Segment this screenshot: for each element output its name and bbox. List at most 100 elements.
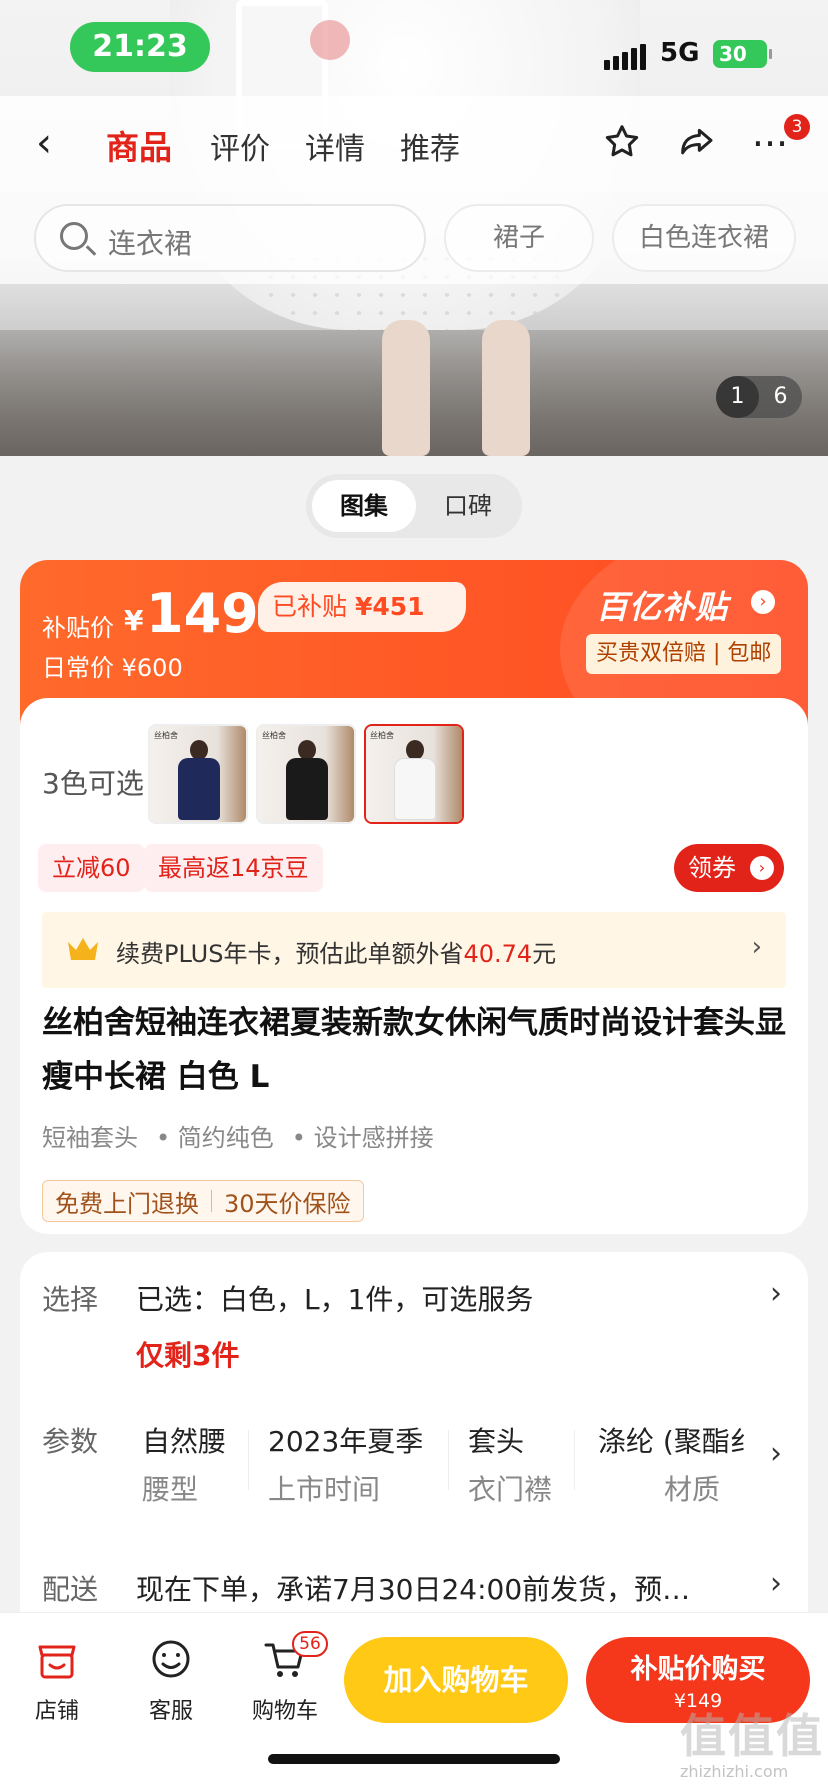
param-value: 套头 <box>468 1425 525 1458</box>
coupon-label: 领券 <box>688 854 736 882</box>
back-icon[interactable]: ‹ <box>36 120 76 166</box>
plus-promo-amount: 40.74 <box>463 940 533 968</box>
tab-recommend[interactable]: 推荐 <box>400 124 460 168</box>
network-label: 5G <box>660 38 700 68</box>
daily-price-label: 日常价 <box>42 654 114 682</box>
param-item[interactable]: 自然腰 腰型 <box>142 1420 226 1508</box>
image-counter-total: 6 <box>773 384 788 409</box>
divider <box>248 1430 249 1490</box>
param-key: 衣门襟 <box>468 1473 553 1506</box>
plus-promo-bar[interactable]: 续费PLUS年卡，预估此单额外省40.74元 › <box>42 912 786 988</box>
service-badge: 免费上门退换 <box>55 1189 199 1218</box>
chevron-right-icon[interactable]: › <box>770 1566 782 1601</box>
service-badge: 30天价保险 <box>224 1189 351 1218</box>
colors-label: 3色可选 <box>42 767 144 800</box>
product-card: 3色可选 丝柏舍 丝柏舍 丝柏舍 立减60 最高返14京豆 领券 › 续费PLU… <box>20 698 808 1234</box>
info-card: 选择 已选：白色，L，1件，可选服务 › 仅剩3件 参数 自然腰 腰型 2023… <box>20 1252 808 1672</box>
search-chip[interactable]: 白色连衣裙 <box>612 204 796 272</box>
daily-price-row: 日常价 ¥600 <box>42 648 183 683</box>
battery-level: 30 <box>719 42 747 66</box>
params-label: 参数 <box>42 1425 99 1458</box>
image-leg <box>382 320 430 456</box>
gallery-toggle: 图集 口碑 <box>306 474 522 538</box>
add-to-cart-button[interactable]: 加入购物车 <box>344 1637 568 1723</box>
chevron-right-icon: › <box>750 856 774 880</box>
thumb-dress <box>286 758 328 820</box>
get-coupon-button[interactable]: 领券 › <box>674 844 784 892</box>
thumb-dress <box>394 758 436 820</box>
chat-smile-icon <box>152 1640 190 1678</box>
plus-promo-text: 续费PLUS年卡，预估此单额外省40.74元 <box>116 934 556 969</box>
cart-button[interactable]: 56 购物车 <box>240 1631 330 1725</box>
image-counter-current: 1 <box>716 376 759 418</box>
param-value: 2023年夏季 <box>268 1425 424 1458</box>
service-label: 客服 <box>148 1699 193 1724</box>
tab-reviews[interactable]: 评价 <box>210 124 270 168</box>
plus-promo-prefix: 续费PLUS年卡，预估此单额外省 <box>116 940 464 968</box>
home-indicator[interactable] <box>268 1754 560 1764</box>
subsidy-amount-badge: 已补贴 ¥451 <box>258 582 466 632</box>
product-title: 丝柏舍短袖连衣裙夏装新款女休闲气质时尚设计套头显瘦中长裙 白色 L <box>42 1005 786 1095</box>
search-icon <box>60 222 88 250</box>
cart-count-badge: 56 <box>292 1631 328 1657</box>
favorite-star-icon[interactable] <box>600 122 644 166</box>
product-attributes: 短袖套头 • 简约纯色 • 设计感拼接 <box>42 1118 434 1153</box>
service-badges[interactable]: 免费上门退换 30天价保险 <box>42 1180 364 1222</box>
attribute: • 设计感拼接 <box>291 1124 434 1152</box>
select-label: 选择 <box>42 1283 99 1316</box>
chevron-right-icon: › <box>751 932 762 962</box>
tab-details[interactable]: 详情 <box>305 124 365 168</box>
param-key: 腰型 <box>142 1473 199 1506</box>
discount-tag: 立减60 <box>38 844 145 892</box>
currency-symbol: ¥ <box>124 604 144 637</box>
store-icon <box>38 1645 76 1679</box>
subsidy-price-label: 补贴价 <box>42 614 114 642</box>
watermark-logo: 值值值 <box>680 1709 824 1763</box>
beans-tag: 最高返14京豆 <box>144 844 323 892</box>
color-thumb-navy[interactable]: 丝柏舍 <box>148 724 248 824</box>
buy-now-label: 补贴价购买 <box>630 1654 766 1685</box>
param-item[interactable]: 2023年夏季 上市时间 <box>268 1420 423 1508</box>
brand-logo[interactable]: 百亿补贴 <box>596 582 728 628</box>
customer-service-button[interactable]: 客服 <box>126 1637 216 1725</box>
guarantee-badge: 买贵双倍赔 | 包邮 <box>586 634 782 674</box>
store-button[interactable]: 店铺 <box>12 1637 102 1725</box>
param-value: 自然腰 <box>142 1425 227 1458</box>
share-icon[interactable] <box>674 122 718 166</box>
search-value: 连衣裙 <box>108 227 193 260</box>
thumb-dress <box>178 758 220 820</box>
battery-icon: 30 <box>713 40 772 68</box>
select-value[interactable]: 已选：白色，L，1件，可选服务 <box>136 1278 533 1318</box>
image-leg <box>482 320 530 456</box>
status-time: 21:23 <box>70 22 210 72</box>
param-key: 材质 <box>664 1473 721 1506</box>
subsidy-amount: ¥451 <box>354 592 425 621</box>
segment-reputation[interactable]: 口碑 <box>416 480 520 532</box>
attribute: • 简约纯色 <box>156 1124 274 1152</box>
more-badge: 3 <box>784 114 810 140</box>
crown-icon <box>68 938 98 960</box>
param-item[interactable]: 套头 衣门襟 <box>468 1420 552 1508</box>
chevron-right-icon[interactable]: › <box>770 1276 782 1311</box>
chevron-right-icon[interactable]: › <box>751 590 775 614</box>
param-item[interactable]: 涤纶 (聚酯纟 材质 <box>598 1420 756 1508</box>
top-nav: ‹ 商品 评价 详情 推荐 ··· 3 <box>0 96 828 192</box>
subsidy-amount-label: 已补贴 <box>272 592 348 621</box>
delivery-value[interactable]: 现在下单，承诺7月30日24:00前发货，预… <box>136 1568 756 1608</box>
search-input[interactable]: 连衣裙 <box>34 204 426 272</box>
color-thumb-white[interactable]: 丝柏舍 <box>364 724 464 824</box>
image-counter: 1 6 <box>716 376 802 418</box>
store-label: 店铺 <box>34 1699 79 1724</box>
chevron-right-icon[interactable]: › <box>770 1436 782 1471</box>
attribute: 短袖套头 <box>42 1124 138 1152</box>
segment-gallery[interactable]: 图集 <box>312 480 416 532</box>
tab-product[interactable]: 商品 <box>106 121 172 169</box>
search-chip[interactable]: 裙子 <box>444 204 594 272</box>
stock-warning: 仅剩3件 <box>136 1339 240 1372</box>
subsidy-price: 149 <box>146 582 259 645</box>
color-thumb-black[interactable]: 丝柏舍 <box>256 724 356 824</box>
daily-price: ¥600 <box>121 654 183 682</box>
cart-label: 购物车 <box>251 1699 318 1724</box>
plus-promo-suffix: 元 <box>532 940 557 968</box>
watermark-site: zhizhizhi.com <box>680 1762 789 1781</box>
